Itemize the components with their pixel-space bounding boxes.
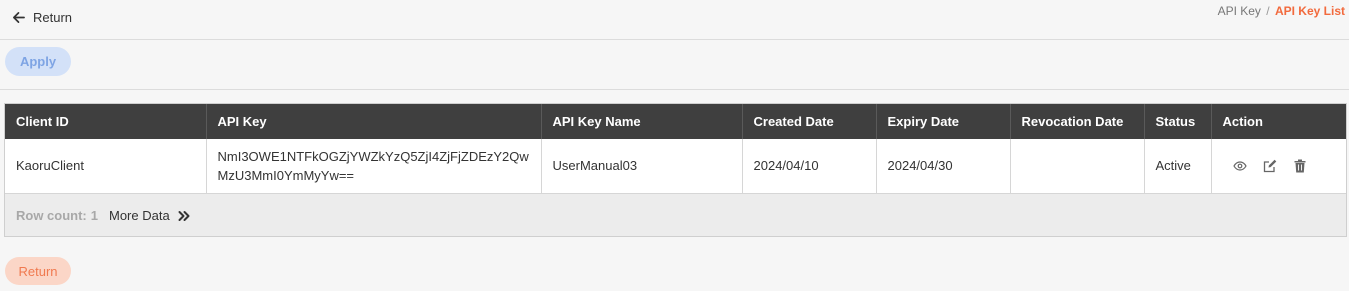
return-link[interactable]: Return: [12, 8, 72, 26]
eye-icon[interactable]: [1233, 159, 1247, 173]
column-header-status: Status: [1144, 104, 1212, 139]
cell-action: [1211, 139, 1346, 194]
top-bar: Return API Key / API Key List: [0, 0, 1349, 40]
apply-row: Apply: [0, 40, 1349, 90]
arrow-left-icon: [12, 11, 25, 24]
column-header-revocation-date: Revocation Date: [1010, 104, 1145, 139]
cell-api-key-name: UserManual03: [541, 139, 743, 194]
table-footer: Row count: 1 More Data: [5, 194, 1346, 238]
row-count-value: 1: [90, 208, 98, 223]
breadcrumb: API Key / API Key List: [1218, 4, 1345, 18]
return-button[interactable]: Return: [5, 257, 71, 285]
return-link-label: Return: [33, 9, 73, 25]
column-header-expiry-date: Expiry Date: [876, 104, 1011, 139]
column-header-api-key: API Key: [206, 104, 542, 139]
trash-icon[interactable]: [1293, 159, 1307, 173]
cell-revocation-date: [1010, 139, 1145, 194]
more-data-link[interactable]: More Data: [109, 208, 190, 223]
column-header-created-date: Created Date: [742, 104, 877, 139]
cell-client-id: KaoruClient: [5, 139, 207, 194]
api-key-table-container: Client ID API Key API Key Name Created D…: [4, 103, 1347, 237]
more-data-label: More Data: [109, 208, 170, 223]
api-key-table: Client ID API Key API Key Name Created D…: [5, 104, 1346, 194]
breadcrumb-parent[interactable]: API Key: [1218, 4, 1261, 18]
column-header-client-id: Client ID: [5, 104, 207, 139]
cell-status: Active: [1144, 139, 1212, 194]
breadcrumb-separator: /: [1266, 4, 1270, 18]
column-header-api-key-name: API Key Name: [541, 104, 743, 139]
row-count-label: Row count:: [16, 208, 87, 223]
double-chevron-right-icon: [178, 210, 190, 222]
table-header-row: Client ID API Key API Key Name Created D…: [5, 104, 1346, 139]
apply-button[interactable]: Apply: [5, 47, 71, 76]
breadcrumb-current: API Key List: [1274, 4, 1345, 18]
cell-created-date: 2024/04/10: [742, 139, 877, 194]
api-key-value: NmI3OWE1NTFkOGZjYWZkYzQ5ZjI4ZjFjZDEzY2Qw…: [217, 148, 529, 183]
edit-icon[interactable]: [1263, 159, 1277, 173]
table-row: KaoruClient NmI3OWE1NTFkOGZjYWZkYzQ5ZjI4…: [5, 139, 1346, 194]
cell-expiry-date: 2024/04/30: [876, 139, 1011, 194]
row-actions: [1223, 159, 1336, 173]
cell-api-key: NmI3OWE1NTFkOGZjYWZkYzQ5ZjI4ZjFjZDEzY2Qw…: [206, 139, 542, 194]
column-header-action: Action: [1211, 104, 1346, 139]
